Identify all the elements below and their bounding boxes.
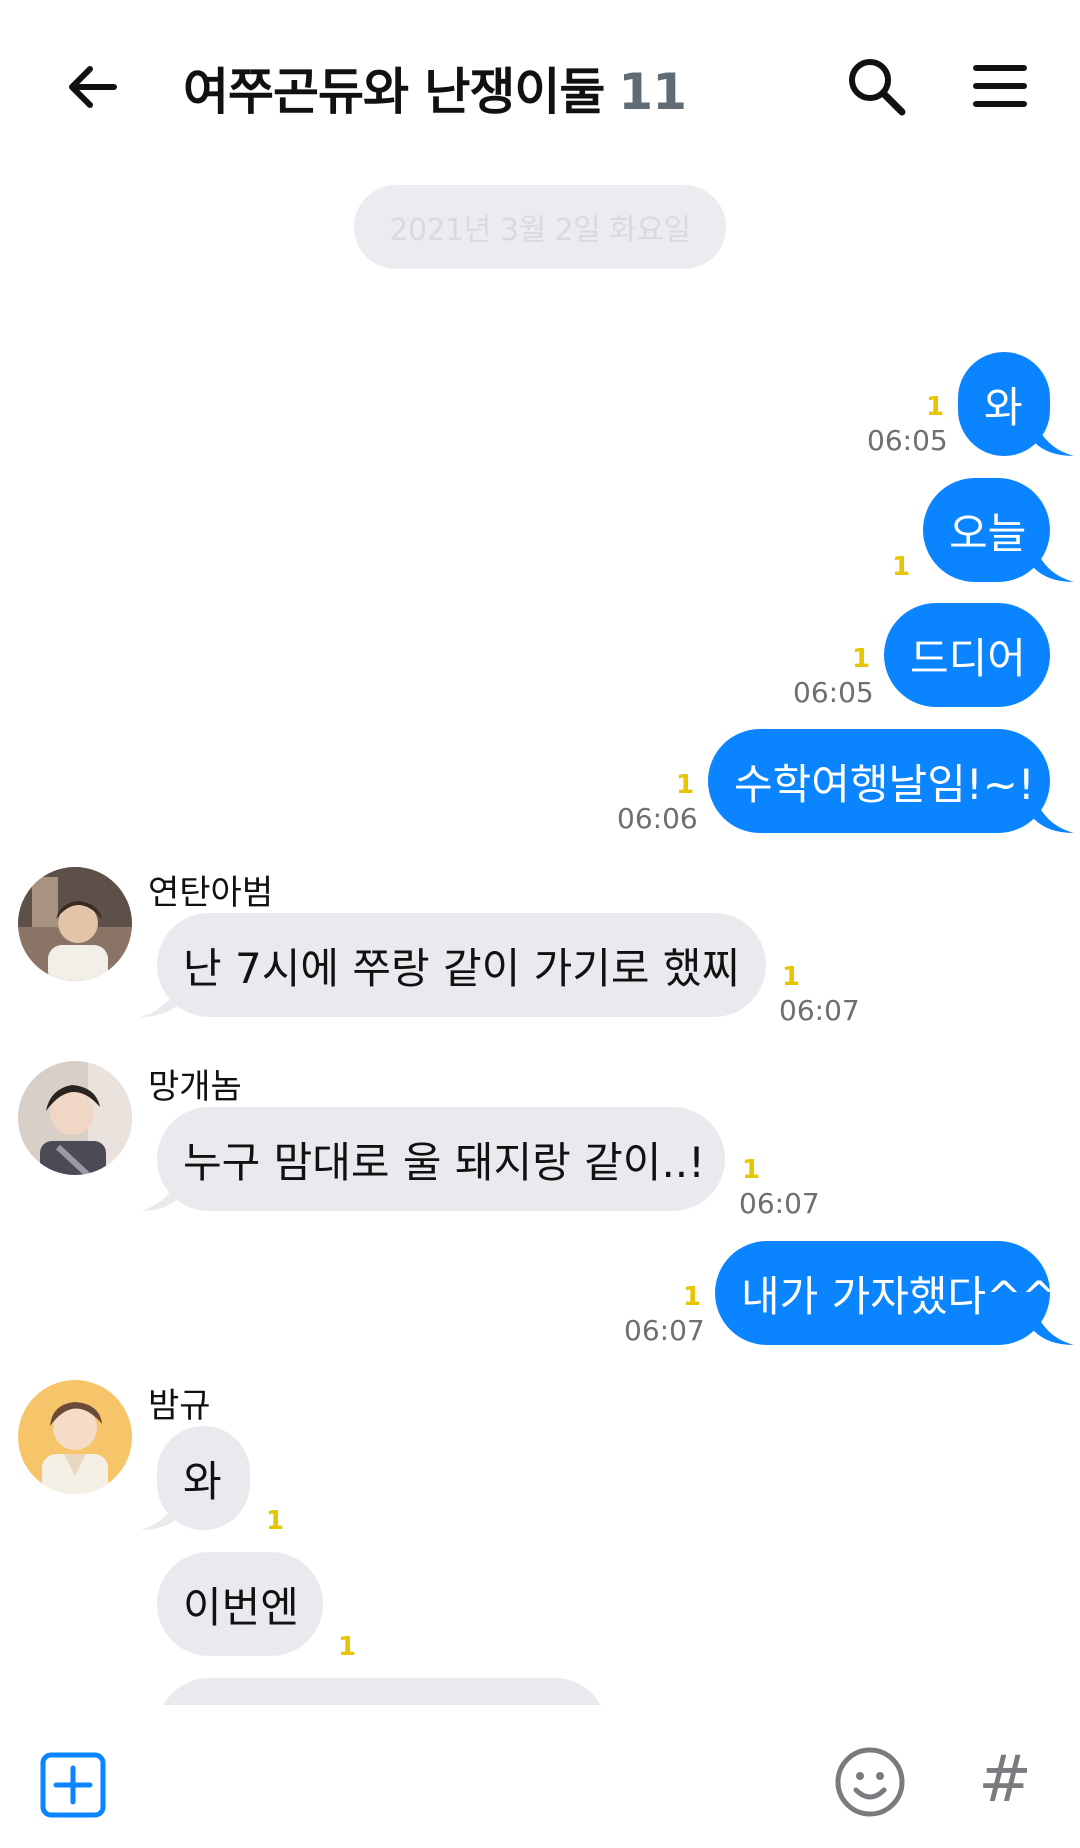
message-text: 오늘: [949, 508, 1027, 558]
message-text: 와: [183, 1456, 222, 1506]
menu-icon[interactable]: [970, 56, 1030, 116]
plus-icon[interactable]: [40, 1752, 106, 1818]
back-arrow-icon[interactable]: [60, 55, 124, 119]
message-time: 06:07: [624, 1314, 705, 1347]
sender-name: 연탄아범: [148, 873, 274, 913]
unread-count: 1: [676, 770, 695, 800]
message-text: 내가 가자했다^^: [741, 1271, 1057, 1321]
outgoing-message[interactable]: 오늘: [923, 478, 1050, 582]
message-text: 와: [984, 382, 1023, 432]
chat-room-name: 여쭈곤듀와 난쟁이둘: [183, 63, 605, 121]
message-time: 06:05: [867, 424, 948, 457]
message-text: 드디어: [910, 633, 1026, 683]
outgoing-message[interactable]: 드디어: [884, 603, 1050, 707]
incoming-message[interactable]: 이번엔: [157, 1552, 323, 1656]
message-time: 06:07: [779, 994, 860, 1027]
message-text: 누구 맘대로 울 돼지랑 같이..!: [183, 1137, 705, 1187]
unread-count: 1: [892, 552, 911, 582]
avatar[interactable]: [18, 1380, 132, 1494]
incoming-message[interactable]: 누구 맘대로 울 돼지랑 같이..!: [157, 1107, 725, 1211]
unread-count: 1: [782, 962, 801, 992]
message-text: 수학여행날임!~!: [734, 759, 1035, 809]
bubble-tail: [1034, 418, 1074, 456]
date-divider: 2021년 3월 2일 화요일: [354, 185, 726, 269]
avatar[interactable]: [18, 1061, 132, 1175]
message-text: 이번엔: [183, 1582, 299, 1632]
input-bar: [0, 1705, 1080, 1848]
bubble-tail: [140, 979, 180, 1017]
outgoing-message[interactable]: 수학여행날임!~!: [708, 729, 1050, 833]
chat-title: 여쭈곤듀와 난쟁이둘 11: [183, 52, 687, 124]
message-time: 06:05: [793, 676, 874, 709]
sender-name: 망개놈: [148, 1067, 242, 1107]
member-count: 11: [618, 63, 687, 121]
bubble-tail: [1034, 544, 1074, 582]
incoming-message[interactable]: 난 7시에 쭈랑 같이 가기로 했찌: [157, 913, 766, 1017]
bubble-tail: [1034, 795, 1074, 833]
bubble-tail: [140, 1492, 180, 1530]
unread-count: 1: [852, 644, 871, 674]
bubble-tail: [140, 1173, 180, 1211]
message-time: 06:07: [739, 1187, 820, 1220]
outgoing-message[interactable]: 내가 가자했다^^: [715, 1241, 1057, 1345]
unread-count: 1: [266, 1506, 285, 1536]
unread-count: 1: [338, 1632, 357, 1662]
message-list[interactable]: 와 1 06:05 오늘 1 드디어 1 06:05 수학여행날임!~! 1 0…: [0, 300, 1080, 1705]
emoji-icon[interactable]: [834, 1746, 906, 1818]
chat-header: 여쭈곤듀와 난쟁이둘 11: [0, 0, 1080, 170]
hashtag-icon[interactable]: #: [970, 1740, 1040, 1820]
incoming-message[interactable]: [157, 1678, 607, 1705]
unread-count: 1: [926, 392, 945, 422]
message-text: 난 7시에 쭈랑 같이 가기로 했찌: [183, 943, 741, 993]
bubble-tail: [1034, 1307, 1074, 1345]
search-icon[interactable]: [842, 52, 910, 120]
unread-count: 1: [742, 1155, 761, 1185]
sender-name: 밤규: [148, 1386, 211, 1426]
avatar[interactable]: [18, 867, 132, 981]
unread-count: 1: [683, 1282, 702, 1312]
message-time: 06:06: [617, 802, 698, 835]
